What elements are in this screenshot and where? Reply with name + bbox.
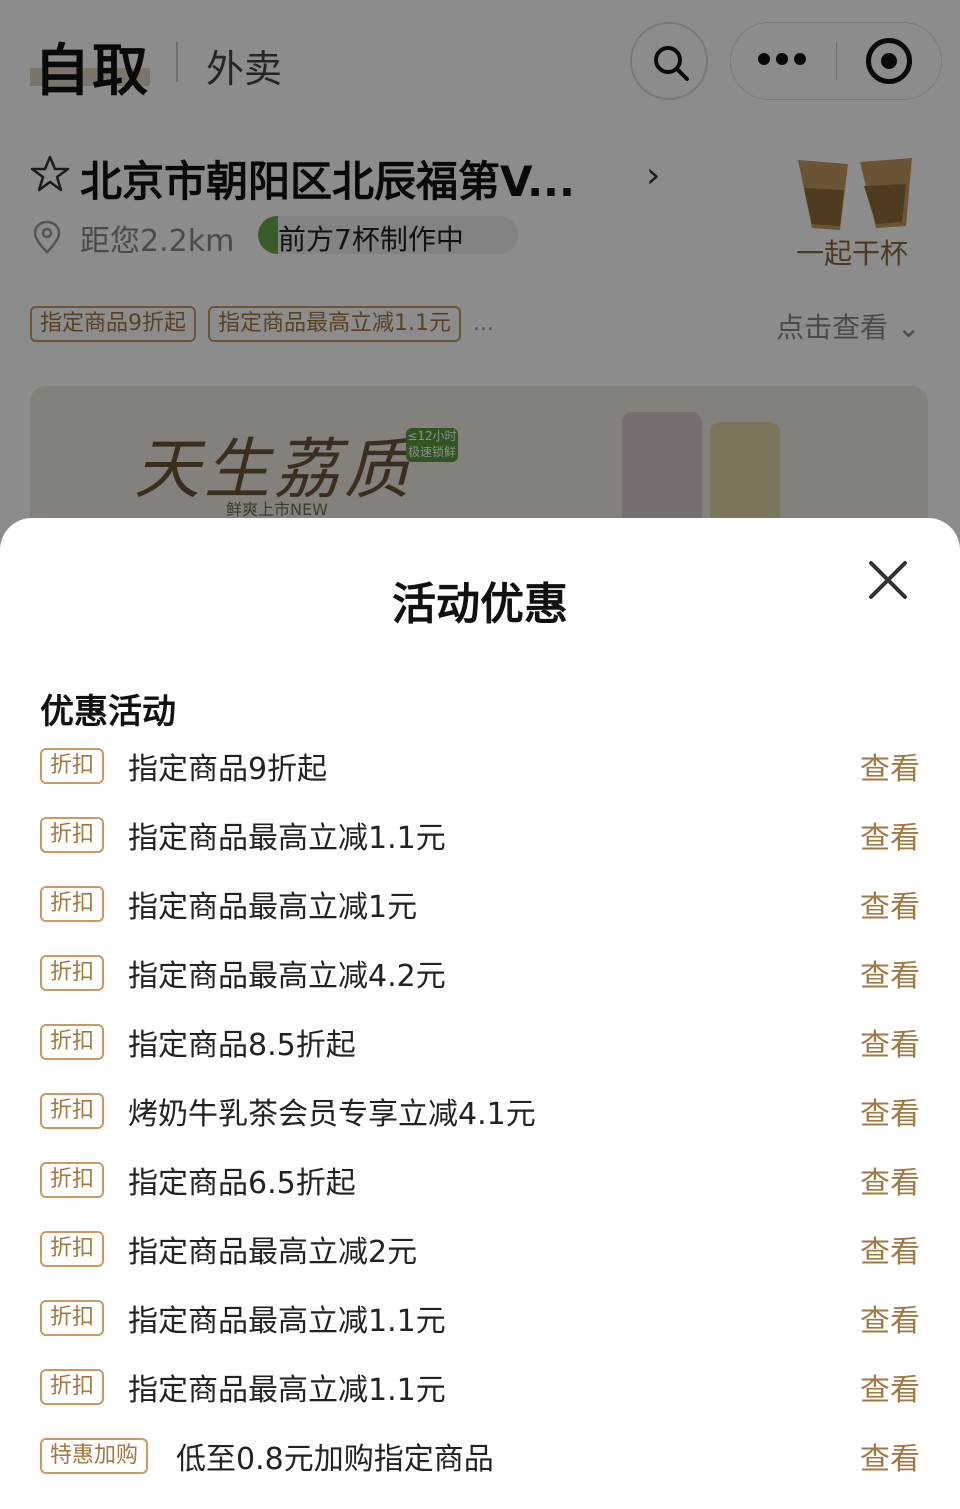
promo-description: 指定商品最高立减4.2元 bbox=[128, 959, 446, 994]
promo-list: 折扣 指定商品9折起 查看 折扣 指定商品最高立减1.1元 查看 折扣 指定商品… bbox=[40, 740, 920, 1499]
view-button[interactable]: 查看 bbox=[860, 1158, 920, 1202]
promo-type-badge: 折扣 bbox=[40, 1024, 105, 1060]
promo-type-badge: 折扣 bbox=[40, 817, 105, 853]
promo-type-badge: 折扣 bbox=[40, 1300, 105, 1336]
promo-description: 烤奶牛乳茶会员专享立减4.1元 bbox=[128, 1097, 536, 1132]
promo-description: 指定商品6.5折起 bbox=[128, 1166, 356, 1201]
promo-type-badge: 折扣 bbox=[40, 1093, 105, 1129]
promo-description: 指定商品9折起 bbox=[128, 752, 328, 787]
view-button[interactable]: 查看 bbox=[860, 1296, 920, 1340]
promotions-sheet: 活动优惠 优惠活动 折扣 指定商品9折起 查看 折扣 指定商品最高立减1.1元 … bbox=[0, 518, 960, 1509]
promo-item[interactable]: 折扣 指定商品最高立减1.1元 查看 bbox=[40, 1361, 920, 1430]
promo-description: 指定商品最高立减1元 bbox=[128, 890, 418, 925]
promo-item[interactable]: 折扣 指定商品最高立减4.2元 查看 bbox=[40, 947, 920, 1016]
promo-description: 低至0.8元加购指定商品 bbox=[176, 1442, 494, 1477]
promo-description: 指定商品最高立减1.1元 bbox=[128, 1304, 446, 1339]
view-button[interactable]: 查看 bbox=[860, 1365, 920, 1409]
view-button[interactable]: 查看 bbox=[860, 1227, 920, 1271]
view-button[interactable]: 查看 bbox=[860, 1089, 920, 1133]
close-icon[interactable] bbox=[862, 554, 914, 606]
promo-item[interactable]: 折扣 指定商品最高立减1元 查看 bbox=[40, 878, 920, 947]
promo-description: 指定商品最高立减1.1元 bbox=[128, 1373, 446, 1408]
promo-item[interactable]: 特惠加购 低至0.8元加购指定商品 查看 bbox=[40, 1430, 920, 1499]
promo-item[interactable]: 折扣 指定商品最高立减2元 查看 bbox=[40, 1223, 920, 1292]
promo-item[interactable]: 折扣 指定商品6.5折起 查看 bbox=[40, 1154, 920, 1223]
view-button[interactable]: 查看 bbox=[860, 882, 920, 926]
promo-item[interactable]: 折扣 烤奶牛乳茶会员专享立减4.1元 查看 bbox=[40, 1085, 920, 1154]
view-button[interactable]: 查看 bbox=[860, 1434, 920, 1478]
promo-item[interactable]: 折扣 指定商品最高立减1.1元 查看 bbox=[40, 1292, 920, 1361]
promo-type-badge: 折扣 bbox=[40, 1162, 105, 1198]
promo-type-badge: 折扣 bbox=[40, 886, 105, 922]
view-button[interactable]: 查看 bbox=[860, 1020, 920, 1064]
promo-item[interactable]: 折扣 指定商品最高立减1.1元 查看 bbox=[40, 809, 920, 878]
promo-description: 指定商品8.5折起 bbox=[128, 1028, 356, 1063]
view-button[interactable]: 查看 bbox=[860, 951, 920, 995]
promo-type-badge: 特惠加购 bbox=[40, 1438, 149, 1474]
promo-type-badge: 折扣 bbox=[40, 1231, 105, 1267]
promo-description: 指定商品最高立减2元 bbox=[128, 1235, 418, 1270]
promo-type-badge: 折扣 bbox=[40, 955, 105, 991]
view-button[interactable]: 查看 bbox=[860, 813, 920, 857]
view-button[interactable]: 查看 bbox=[860, 744, 920, 788]
sheet-title: 活动优惠 bbox=[392, 579, 568, 630]
promo-type-badge: 折扣 bbox=[40, 748, 105, 784]
promo-item[interactable]: 折扣 指定商品8.5折起 查看 bbox=[40, 1016, 920, 1085]
section-title: 优惠活动 bbox=[40, 692, 176, 732]
promo-description: 指定商品最高立减1.1元 bbox=[128, 821, 446, 856]
promo-type-badge: 折扣 bbox=[40, 1369, 105, 1405]
promo-item[interactable]: 折扣 指定商品9折起 查看 bbox=[40, 740, 920, 809]
